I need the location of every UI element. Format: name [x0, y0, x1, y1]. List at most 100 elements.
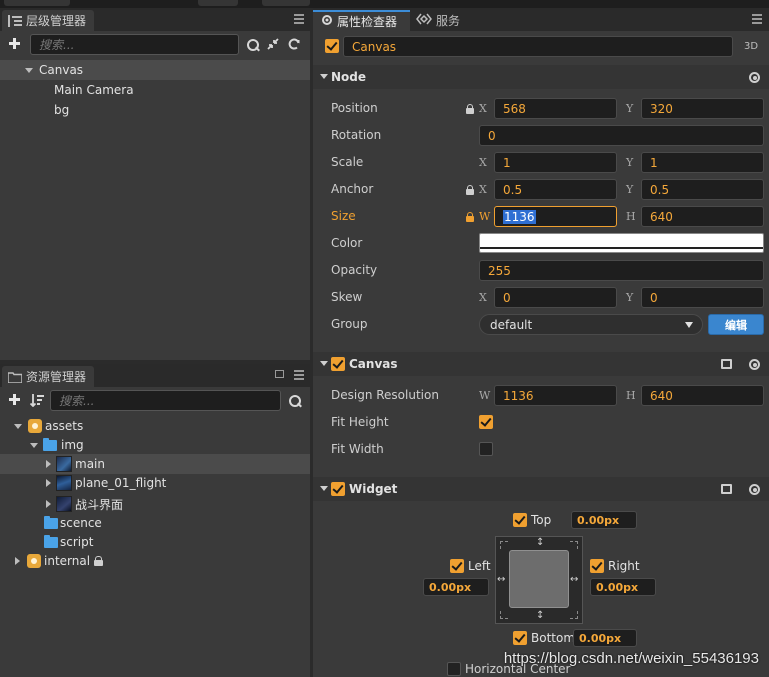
widget-section-header[interactable]: Widget	[313, 477, 769, 501]
expand-caret-icon[interactable]	[46, 479, 51, 487]
hierarchy-search-input[interactable]	[30, 34, 239, 55]
top-tab-stub	[198, 0, 238, 6]
top-arrow-icon: ↕	[536, 537, 545, 548]
hierarchy-menu-icon[interactable]	[294, 14, 304, 24]
sort-icon[interactable]	[29, 393, 44, 410]
node-name-input[interactable]	[343, 36, 733, 57]
opacity-input[interactable]	[479, 260, 764, 281]
canvas-section-header[interactable]: Canvas	[313, 352, 769, 376]
collapse-icon[interactable]	[266, 37, 280, 54]
position-x-input[interactable]	[494, 98, 617, 119]
inspector-menu-icon[interactable]	[752, 14, 762, 24]
tab-hierarchy-label: 层级管理器	[26, 14, 87, 28]
node-active-checkbox[interactable]	[325, 39, 339, 53]
align-bottom-checkbox[interactable]	[513, 631, 527, 645]
node-section-title: Node	[331, 70, 367, 84]
axis-h: H	[626, 210, 636, 223]
top-offset-input[interactable]: 0.00px	[571, 511, 637, 529]
asset-item-main[interactable]: main	[0, 454, 310, 474]
expand-caret-icon[interactable]	[30, 442, 38, 448]
search-icon[interactable]	[247, 39, 259, 51]
maximize-icon[interactable]	[275, 370, 284, 378]
node-section-header[interactable]: Node	[313, 65, 769, 89]
collapse-caret-icon[interactable]	[320, 74, 328, 79]
horizontal-center-checkbox[interactable]	[447, 662, 461, 676]
expand-caret-icon[interactable]	[15, 557, 20, 565]
help-book-icon[interactable]	[721, 359, 732, 369]
design-resolution-w-input[interactable]	[494, 385, 617, 406]
asset-item-script[interactable]: script	[0, 532, 310, 552]
left-arrow-icon: ↔	[497, 574, 506, 585]
design-resolution-h-input[interactable]	[641, 385, 764, 406]
tree-node-bg[interactable]: bg	[0, 100, 310, 120]
rotation-label: Rotation	[331, 128, 382, 142]
anchor-y-input[interactable]	[641, 179, 764, 200]
image-thumbnail	[56, 496, 72, 512]
tab-assets[interactable]: 资源管理器	[2, 366, 95, 387]
fit-width-checkbox[interactable]	[479, 442, 493, 456]
expand-caret-icon[interactable]	[25, 67, 33, 73]
top-tab-stub	[4, 0, 70, 6]
align-right-checkbox[interactable]	[590, 559, 604, 573]
position-y-input[interactable]	[641, 98, 764, 119]
tree-node-main-camera[interactable]: Main Camera	[0, 80, 310, 100]
asset-item-scence[interactable]: scence	[0, 513, 310, 533]
expand-caret-icon[interactable]	[14, 423, 22, 429]
assets-search-input[interactable]	[50, 390, 281, 411]
gear-icon[interactable]	[749, 484, 760, 495]
anchor-x-input[interactable]	[494, 179, 617, 200]
fit-height-label: Fit Height	[331, 415, 389, 429]
canvas-component-checkbox[interactable]	[331, 357, 345, 371]
color-swatch[interactable]	[479, 233, 764, 253]
lock-icon[interactable]	[466, 185, 474, 195]
widget-component-checkbox[interactable]	[331, 482, 345, 496]
fit-height-checkbox[interactable]	[479, 415, 493, 429]
gear-icon[interactable]	[749, 359, 760, 370]
image-thumbnail	[56, 456, 72, 472]
hierarchy-panel: 层级管理器 Canvas Main Camera bg	[0, 8, 310, 360]
lock-icon[interactable]	[466, 104, 474, 114]
gear-icon[interactable]	[749, 72, 760, 83]
search-icon[interactable]	[289, 395, 301, 407]
align-top-checkbox[interactable]	[513, 513, 527, 527]
tree-node-canvas[interactable]: Canvas	[0, 60, 310, 80]
assets-menu-icon[interactable]	[294, 370, 304, 380]
tab-inspector[interactable]: 属性检查器	[313, 10, 410, 31]
asset-item-internal[interactable]: internal	[0, 551, 310, 571]
expand-caret-icon[interactable]	[46, 500, 51, 508]
add-asset-icon[interactable]	[9, 394, 20, 405]
package-icon	[27, 554, 41, 568]
help-book-icon[interactable]	[721, 484, 732, 494]
rotation-input[interactable]	[479, 125, 764, 146]
tab-hierarchy[interactable]: 层级管理器	[2, 10, 95, 31]
asset-item-assets[interactable]: assets	[0, 416, 310, 436]
tab-services[interactable]: 服务	[416, 10, 460, 31]
left-offset-input[interactable]: 0.00px	[423, 578, 489, 596]
edit-group-button[interactable]: 编辑	[708, 314, 764, 335]
align-left-checkbox[interactable]	[450, 559, 464, 573]
size-h-input[interactable]	[641, 206, 764, 227]
right-offset-input[interactable]: 0.00px	[590, 578, 656, 596]
hierarchy-icon	[8, 14, 22, 27]
bottom-offset-input[interactable]: 0.00px	[573, 629, 637, 647]
scale-y-input[interactable]	[641, 152, 764, 173]
align-top-label: Top	[531, 513, 552, 527]
collapse-caret-icon[interactable]	[320, 486, 328, 491]
asset-item-battle-ui[interactable]: 战斗界面	[0, 494, 310, 514]
scale-x-input[interactable]	[494, 152, 617, 173]
expand-caret-icon[interactable]	[46, 460, 51, 468]
gear-icon	[321, 14, 333, 29]
group-select-value: default	[490, 317, 533, 332]
asset-item-img[interactable]: img	[0, 435, 310, 455]
lock-icon[interactable]	[466, 212, 474, 222]
size-w-input[interactable]: 1136	[494, 206, 617, 227]
3d-toggle[interactable]: 3D	[744, 41, 758, 52]
refresh-icon[interactable]	[287, 37, 301, 54]
group-select[interactable]: default	[479, 314, 703, 335]
asset-item-plane[interactable]: plane_01_flight	[0, 473, 310, 493]
skew-x-input[interactable]	[494, 287, 617, 308]
dropdown-arrow-icon	[685, 322, 693, 328]
skew-y-input[interactable]	[641, 287, 764, 308]
collapse-caret-icon[interactable]	[320, 361, 328, 366]
add-node-icon[interactable]	[9, 38, 20, 49]
